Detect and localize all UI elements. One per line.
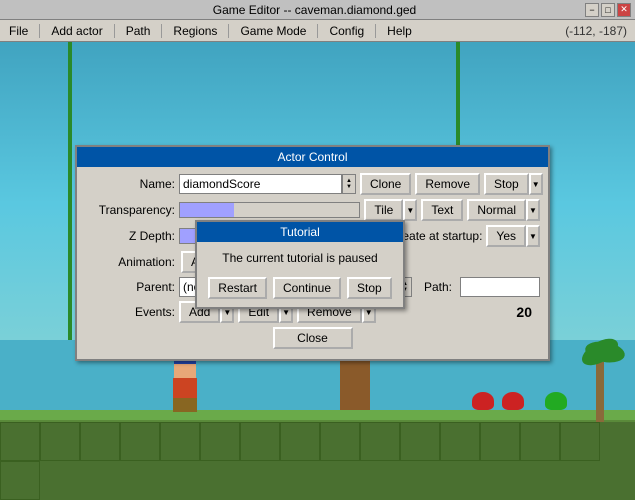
- menu-bar: File Add actor Path Regions Game Mode Co…: [0, 20, 635, 42]
- restart-button[interactable]: Restart: [208, 277, 267, 299]
- tile-button[interactable]: Tile: [364, 199, 403, 221]
- normal-button[interactable]: Normal: [467, 199, 526, 221]
- ground-block: [560, 422, 600, 461]
- yes-button[interactable]: Yes: [486, 225, 526, 247]
- menu-separator: [114, 24, 115, 38]
- menu-add-actor[interactable]: Add actor: [42, 21, 111, 41]
- window-controls: − □ ✕: [585, 3, 631, 17]
- menu-path[interactable]: Path: [117, 21, 160, 41]
- stop-button[interactable]: Stop: [484, 173, 529, 195]
- yes-arrow[interactable]: ▼: [526, 225, 540, 247]
- vine-left: [68, 0, 72, 340]
- events-label: Events:: [85, 305, 175, 319]
- ground-block: [240, 422, 280, 461]
- stop-btn-container: Stop ▼: [484, 173, 543, 195]
- name-label: Name:: [85, 177, 175, 191]
- name-row: Name: ▲ ▼ Clone Remove Stop ▼: [85, 173, 540, 195]
- window-title: Game Editor -- caveman.diamond.ged: [44, 3, 585, 17]
- close-button[interactable]: ✕: [617, 3, 631, 17]
- normal-arrow[interactable]: ▼: [526, 199, 540, 221]
- menu-separator: [317, 24, 318, 38]
- close-row: Close: [85, 327, 540, 349]
- name-input[interactable]: [179, 174, 342, 194]
- ground-block: [0, 422, 40, 461]
- ground-block: [480, 422, 520, 461]
- menu-separator: [228, 24, 229, 38]
- close-button[interactable]: Close: [273, 327, 353, 349]
- game-character: [170, 360, 200, 410]
- path-label: Path:: [424, 280, 452, 294]
- name-input-container: ▲ ▼: [179, 174, 356, 194]
- transparency-slider[interactable]: [179, 202, 360, 218]
- menu-help[interactable]: Help: [378, 21, 421, 41]
- menu-config[interactable]: Config: [320, 21, 373, 41]
- yes-btn-container: Yes ▼: [486, 225, 540, 247]
- continue-button[interactable]: Continue: [273, 277, 341, 299]
- ground-block: [40, 422, 80, 461]
- transparency-label: Transparency:: [85, 203, 175, 217]
- menu-regions[interactable]: Regions: [164, 21, 226, 41]
- palm-trunk: [596, 362, 604, 422]
- tutorial-dialog: Tutorial The current tutorial is paused …: [195, 220, 405, 309]
- animation-label: Animation:: [85, 255, 175, 269]
- remove-button[interactable]: Remove: [415, 173, 480, 195]
- char-head: [174, 360, 196, 378]
- ground-block: [360, 422, 400, 461]
- tile-btn-container: Tile ▼: [364, 199, 417, 221]
- enemy-1: [472, 392, 494, 410]
- char-body: [173, 378, 197, 398]
- ground-block: [120, 422, 160, 461]
- stop-arrow[interactable]: ▼: [529, 173, 543, 195]
- char-legs: [173, 398, 197, 412]
- enemy-2: [502, 392, 524, 410]
- maximize-button[interactable]: □: [601, 3, 615, 17]
- minimize-button[interactable]: −: [585, 3, 599, 17]
- ground: [0, 420, 635, 500]
- palm-tree: [575, 342, 625, 422]
- menu-file[interactable]: File: [0, 21, 37, 41]
- menu-separator: [39, 24, 40, 38]
- normal-btn-container: Normal ▼: [467, 199, 540, 221]
- ground-block: [80, 422, 120, 461]
- tutorial-body: The current tutorial is paused Restart C…: [197, 242, 403, 307]
- path-input[interactable]: [460, 277, 540, 297]
- ground-block: [160, 422, 200, 461]
- text-button[interactable]: Text: [421, 199, 463, 221]
- coords-display: (-112, -187): [565, 24, 635, 38]
- tutorial-buttons: Restart Continue Stop: [205, 277, 395, 299]
- title-bar: Game Editor -- caveman.diamond.ged − □ ✕: [0, 0, 635, 20]
- clone-button[interactable]: Clone: [360, 173, 411, 195]
- tutorial-message: The current tutorial is paused: [205, 250, 395, 267]
- actor-dialog-title: Actor Control: [77, 147, 548, 167]
- menu-game-mode[interactable]: Game Mode: [231, 21, 315, 41]
- ground-block: [400, 422, 440, 461]
- ground-block: [440, 422, 480, 461]
- ground-blocks: [0, 422, 635, 500]
- name-input-arrows[interactable]: ▲ ▼: [342, 174, 356, 194]
- menu-separator: [161, 24, 162, 38]
- menu-separator: [375, 24, 376, 38]
- ground-block: [520, 422, 560, 461]
- transparency-row: Transparency: Tile ▼ Text Normal ▼: [85, 199, 540, 221]
- ground-block: [280, 422, 320, 461]
- events-count: 20: [516, 304, 532, 320]
- enemy-3: [545, 392, 567, 410]
- tutorial-title: Tutorial: [197, 222, 403, 242]
- ground-block: [200, 422, 240, 461]
- ground-block: [0, 461, 40, 500]
- tutorial-stop-button[interactable]: Stop: [347, 277, 392, 299]
- parent-label: Parent:: [85, 280, 175, 294]
- ground-block: [320, 422, 360, 461]
- tile-arrow[interactable]: ▼: [403, 199, 417, 221]
- zdepth-label: Z Depth:: [85, 229, 175, 243]
